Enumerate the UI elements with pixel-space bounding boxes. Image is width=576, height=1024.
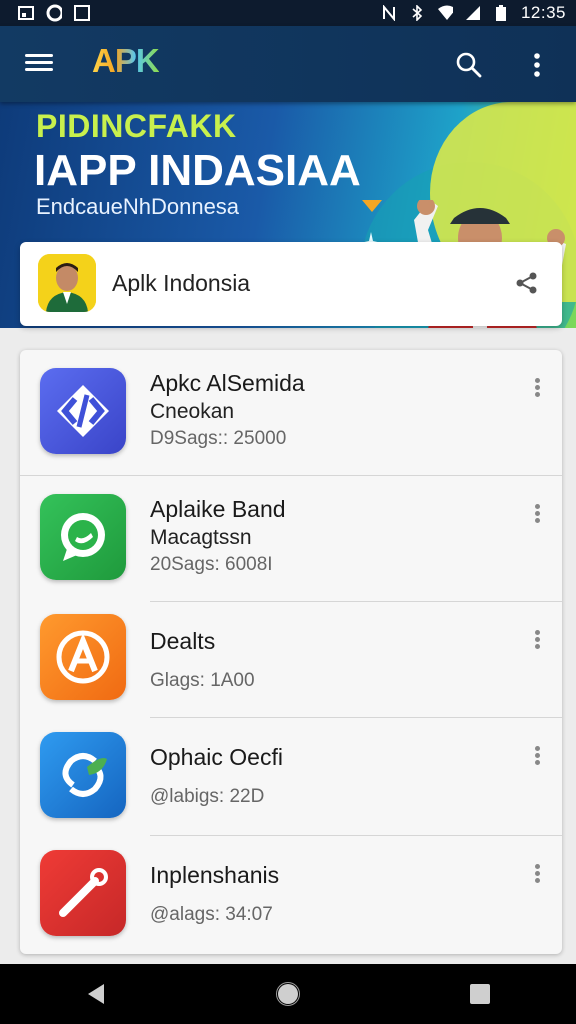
more-vert-icon[interactable] (528, 628, 546, 654)
app-name: Inplenshanis (150, 862, 280, 888)
app-name: Apkc AlSemida (150, 370, 305, 396)
letter-a-icon (40, 614, 126, 700)
circle-icon (46, 4, 62, 22)
profile-card[interactable]: Aplk Indonsia (20, 242, 562, 326)
list-item[interactable]: Inplenshanis @alags: 34:07 (20, 836, 562, 954)
bluetooth-icon (409, 5, 425, 21)
more-vert-icon[interactable] (528, 502, 546, 528)
more-vert-icon[interactable] (528, 862, 546, 888)
pen-tool-icon (40, 850, 126, 936)
more-vert-icon[interactable] (528, 376, 546, 402)
banner-heading-large: IAPP INDASIAA (34, 146, 361, 195)
square-icon (74, 5, 90, 21)
list-item[interactable]: Dealts Glags: 1A00 (20, 602, 562, 718)
menu-icon[interactable] (22, 50, 56, 78)
app-list: Apkc AlSemida Cneokan D9Sags:: 25000 Apl… (20, 350, 562, 954)
status-time: 12:35 (520, 3, 566, 22)
no-notification-icon (381, 5, 397, 21)
status-left (18, 4, 90, 22)
search-icon[interactable] (454, 50, 484, 80)
back-icon[interactable] (76, 974, 116, 1014)
profile-name: Aplk Indonsia (112, 270, 251, 296)
app-meta: @labigs: 22D (150, 786, 265, 807)
home-icon[interactable] (268, 974, 308, 1014)
wifi-icon (437, 5, 453, 21)
triangle-decoration-icon (362, 200, 382, 212)
more-vert-icon[interactable] (526, 50, 548, 80)
app-name: Dealts (150, 628, 216, 654)
list-item[interactable]: Aplaike Band Macagtssn 20Sags: 6008I (20, 476, 562, 602)
navigation-bar (0, 964, 576, 1024)
app-subtitle: Cneokan (150, 400, 235, 423)
banner-heading-small: PIDINCFAKK (36, 108, 237, 144)
app-logo: APK (92, 42, 160, 79)
app-name: Ophaic Oecfi (150, 744, 283, 770)
recents-icon[interactable] (460, 974, 500, 1014)
app-meta: @alags: 34:07 (150, 904, 273, 925)
image-icon (18, 5, 34, 21)
app-subtitle: Macagtssn (150, 526, 252, 549)
battery-icon (493, 5, 509, 21)
avatar (38, 254, 96, 312)
share-icon[interactable] (514, 270, 540, 296)
status-bar: 12:35 (0, 0, 576, 26)
signal-icon (465, 5, 481, 21)
list-item[interactable]: Ophaic Oecfi @labigs: 22D (20, 718, 562, 836)
code-arrows-icon (40, 368, 126, 454)
app-bar: APK (0, 26, 576, 102)
list-item[interactable]: Apkc AlSemida Cneokan D9Sags:: 25000 (20, 350, 562, 476)
status-right: 12:35 (381, 3, 566, 23)
app-meta: 20Sags: 6008I (150, 554, 273, 575)
chat-bubble-icon (40, 494, 126, 580)
more-vert-icon[interactable] (528, 744, 546, 770)
app-meta: Glags: 1A00 (150, 670, 255, 691)
app-name: Aplaike Band (150, 496, 286, 522)
banner-subtitle: EndcaueNhDonnesa (36, 194, 240, 219)
leaf-loop-icon (40, 732, 126, 818)
app-meta: D9Sags:: 25000 (150, 428, 287, 449)
